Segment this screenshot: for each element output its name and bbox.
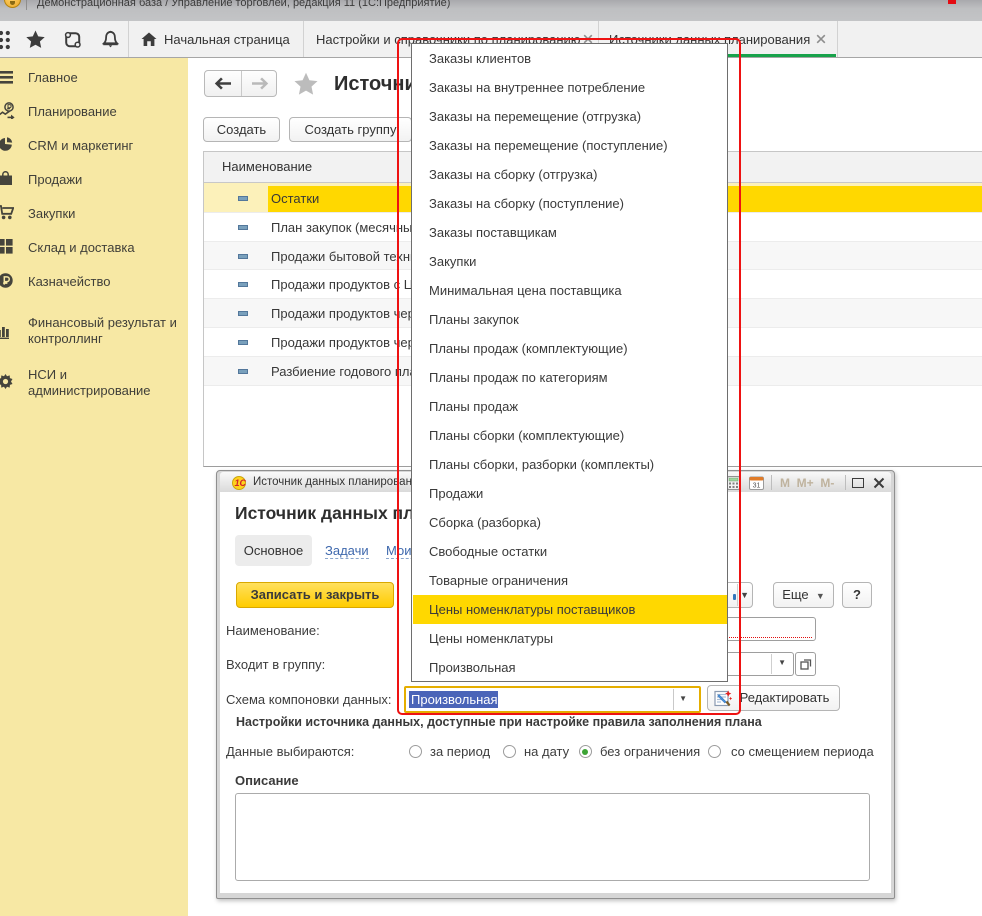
svg-text:31: 31 [753,483,761,490]
